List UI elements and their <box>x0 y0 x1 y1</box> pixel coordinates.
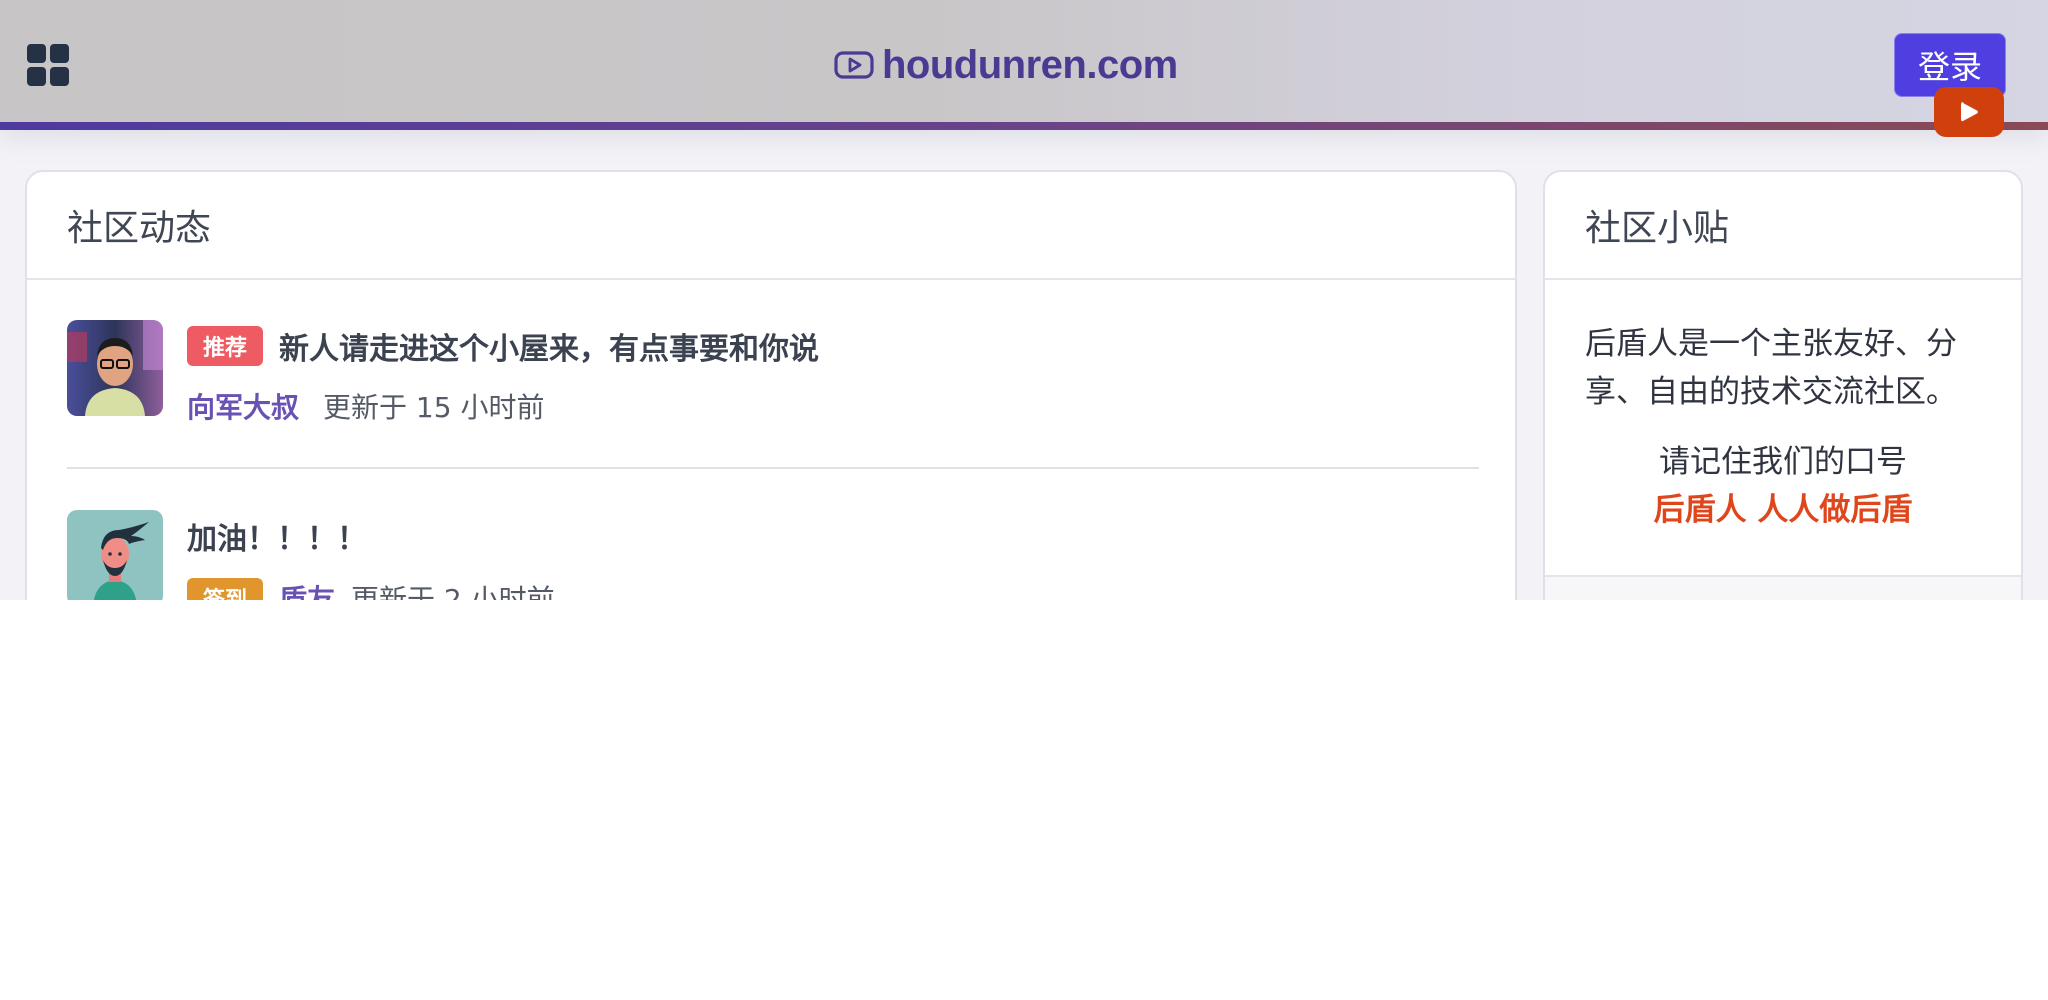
page-viewport: houdunren.com 登录 社区动态 推荐 新人请走进这个小屋来，有点事要… <box>0 0 2048 600</box>
community-tips-title: 社区小贴 <box>1585 208 1730 249</box>
video-play-icon <box>834 51 874 79</box>
header-accent-bar <box>0 122 2048 130</box>
post-title[interactable]: 加油！！！！ <box>187 522 367 557</box>
post-author[interactable]: 向军大叔 <box>187 386 299 426</box>
post-updated-time: 更新于 15 小时前 <box>323 391 545 424</box>
slogan-prompt: 请记住我们的口号 <box>1659 444 1907 480</box>
post-author[interactable]: 盾友 <box>279 578 335 600</box>
grid-menu-icon[interactable] <box>27 44 69 86</box>
site-name: houdunren.com <box>882 42 1178 87</box>
floating-play-button[interactable] <box>1934 87 2004 137</box>
top-header: houdunren.com 登录 <box>0 0 2048 137</box>
play-icon <box>1961 102 1978 122</box>
community-tips-body: 后盾人是一个主张友好、分享、自由的技术交流社区。 请记住我们的口号 后盾人 人人… <box>1545 280 2021 534</box>
community-intro-text: 后盾人是一个主张友好、分享、自由的技术交流社区。 <box>1585 326 1957 410</box>
community-tips-header: 社区小贴 <box>1545 172 2021 280</box>
community-feed-header: 社区动态 <box>27 172 1515 280</box>
list-item[interactable]: 加油！！！！ 签到 盾友 更新于 2 小时前 <box>67 510 1479 600</box>
community-tips-card: 社区小贴 后盾人是一个主张友好、分享、自由的技术交流社区。 请记住我们的口号 后… <box>1543 170 2023 600</box>
community-slogan: 后盾人 人人做后盾 <box>1653 492 1913 528</box>
tips-footer <box>1545 577 2021 600</box>
avatar[interactable] <box>67 510 163 600</box>
post-title[interactable]: 新人请走进这个小屋来，有点事要和你说 <box>279 324 819 368</box>
recommend-badge: 推荐 <box>187 326 264 366</box>
community-feed-title: 社区动态 <box>67 208 212 249</box>
avatar[interactable] <box>67 320 163 416</box>
post-divider <box>67 467 1479 469</box>
community-feed-card: 社区动态 推荐 新人请走进这个小屋来，有点事要和你说 向军大叔 更新于 15 小… <box>25 170 1517 600</box>
site-brand-link[interactable]: houdunren.com <box>834 40 1178 90</box>
post-updated-time: 更新于 2 小时前 <box>351 583 555 600</box>
checkin-badge: 签到 <box>187 578 264 600</box>
list-item[interactable]: 推荐 新人请走进这个小屋来，有点事要和你说 向军大叔 更新于 15 小时前 <box>67 320 1479 424</box>
